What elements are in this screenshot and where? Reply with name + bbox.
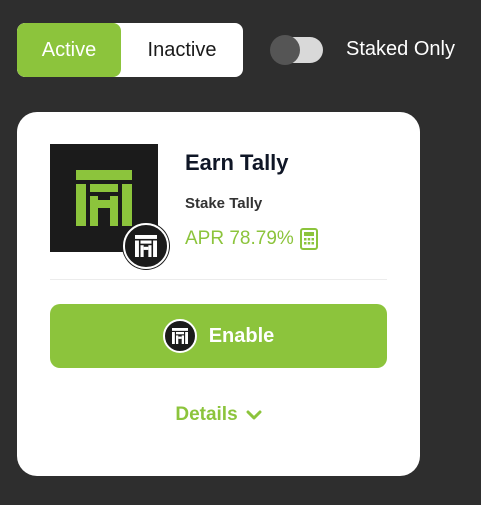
toggle-knob: [270, 35, 300, 65]
filter-bar: Active Inactive: [17, 23, 243, 77]
apr-row: APR 78.79%: [185, 228, 318, 250]
apr-value: APR 78.79%: [185, 228, 294, 249]
pool-title: Earn Tally: [185, 150, 289, 175]
staked-only-label: Staked Only: [346, 38, 455, 60]
details-toggle[interactable]: Details: [17, 404, 420, 426]
tally-logo-icon: [135, 235, 157, 257]
details-label: Details: [175, 404, 238, 425]
token-badge: [123, 223, 169, 269]
tally-logo-icon: [162, 319, 197, 353]
staked-only-toggle[interactable]: [270, 35, 323, 65]
enable-label: Enable: [208, 324, 275, 347]
inactive-tab[interactable]: Inactive: [121, 23, 243, 77]
chevron-down-icon: [246, 410, 262, 420]
active-tab[interactable]: Active: [17, 23, 121, 77]
calculator-icon[interactable]: [299, 228, 318, 250]
tally-logo-icon: [76, 170, 132, 226]
pool-subtitle: Stake Tally: [185, 195, 263, 212]
card-divider: [50, 279, 387, 280]
status-segmented-control: Active Inactive: [17, 23, 243, 77]
pool-card: Earn Tally Stake Tally APR 78.79% Enable…: [17, 112, 420, 476]
enable-button[interactable]: Enable: [50, 304, 387, 368]
